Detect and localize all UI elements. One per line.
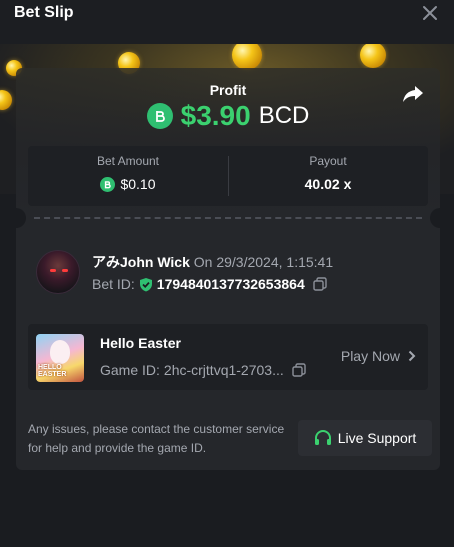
avatar-eye-left [50, 269, 56, 272]
chevron-right-icon [408, 350, 416, 362]
bcd-coin-icon [100, 176, 116, 192]
avatar-eye-right [62, 269, 68, 272]
profit-label: Profit [209, 82, 247, 98]
bet-date: On 29/3/2024, 1:15:41 [193, 254, 334, 270]
bet-id-label: Bet ID: [92, 276, 135, 292]
game-thumbnail-text: HELLO EASTER [38, 364, 67, 378]
payout-value: 40.02 x [304, 176, 352, 192]
payout-stat: Payout 40.02 x [228, 146, 428, 206]
profit-amount: $3.90 [180, 100, 251, 131]
profit-row: $3.90 BCD [16, 100, 440, 132]
bet-id-row: Bet ID: 1794840137732653864 [92, 276, 327, 292]
bet-slip-header: Bet Slip [0, 0, 454, 44]
copy-icon[interactable] [313, 277, 327, 291]
bet-amount-value-row: $0.10 [28, 176, 228, 192]
bcd-coin-icon [146, 103, 173, 129]
bet-user-info: アみJohn Wick On 29/3/2024, 1:15:41 Bet ID… [36, 250, 416, 300]
game-id-row: Game ID: 2hc-crjttvq1-2703... [100, 362, 306, 378]
live-support-button[interactable]: Live Support [298, 420, 432, 456]
game-thumbnail[interactable]: HELLO EASTER [36, 334, 84, 382]
copy-icon[interactable] [292, 363, 306, 377]
play-now-button[interactable]: Play Now [341, 348, 416, 364]
bunny-image [50, 340, 70, 364]
game-id-label: Game ID: [100, 362, 160, 378]
ticket-notch-right [430, 208, 450, 228]
support-note: Any issues, please contact the customer … [28, 422, 285, 455]
profit-currency: BCD [258, 102, 310, 129]
profit-section: Profit $3.90 BCD Bet Amount $0.10 Payout… [16, 68, 440, 216]
page-title: Bet Slip [14, 4, 74, 21]
bet-amount-stat: Bet Amount $0.10 [28, 146, 228, 206]
bet-stats: Bet Amount $0.10 Payout 40.02 x [28, 146, 428, 206]
game-id-value: 2hc-crjttvq1-2703... [163, 362, 284, 378]
close-icon[interactable] [422, 5, 438, 21]
bet-amount-label: Bet Amount [96, 154, 160, 168]
bet-slip-card: Profit $3.90 BCD Bet Amount $0.10 Payout… [6, 68, 450, 470]
gold-coin-decoration [0, 90, 12, 110]
bet-amount-value: $0.10 [120, 176, 156, 192]
game-name: Hello Easter [100, 335, 181, 351]
live-support-label: Live Support [337, 430, 417, 446]
share-icon[interactable] [402, 84, 424, 104]
play-now-label: Play Now [340, 348, 400, 364]
ticket-divider [34, 217, 422, 219]
gold-coin-decoration [360, 44, 386, 68]
ticket-notch-left [6, 208, 26, 228]
user-name[interactable]: アみJohn Wick [92, 254, 190, 270]
user-line: アみJohn Wick On 29/3/2024, 1:15:41 [92, 252, 333, 272]
gold-coin-decoration [232, 44, 262, 70]
headset-icon [314, 429, 331, 445]
avatar[interactable] [36, 250, 80, 294]
bet-id-value: 1794840137732653864 [156, 276, 305, 292]
game-row: HELLO EASTER Hello Easter Game ID: 2hc-c… [28, 324, 428, 390]
verified-shield-icon [139, 277, 152, 291]
payout-label: Payout [309, 154, 347, 168]
